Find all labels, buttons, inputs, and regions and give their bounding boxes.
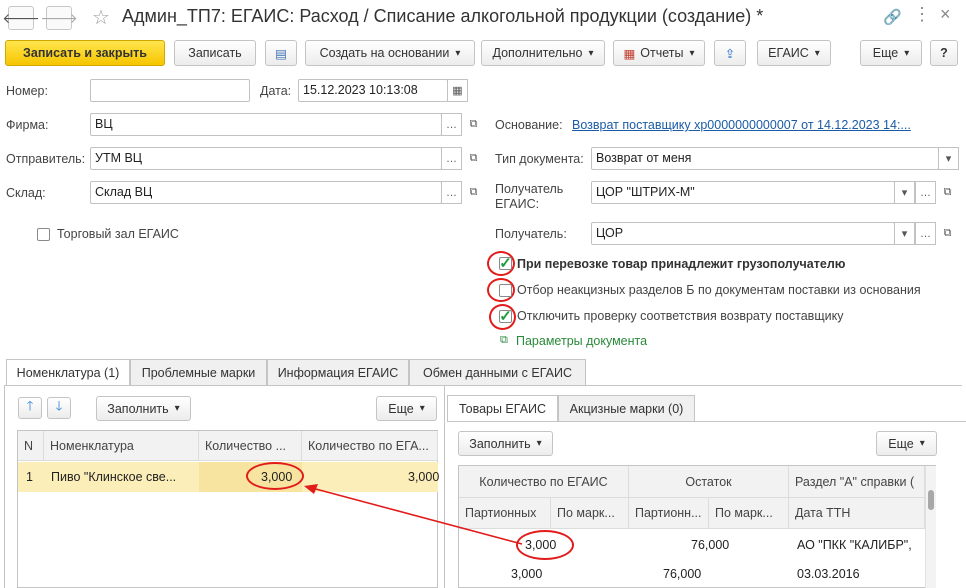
annotation-arrow-line (311, 487, 523, 545)
annotation-arrow-head (304, 484, 318, 494)
annotation-arrow (304, 484, 523, 545)
